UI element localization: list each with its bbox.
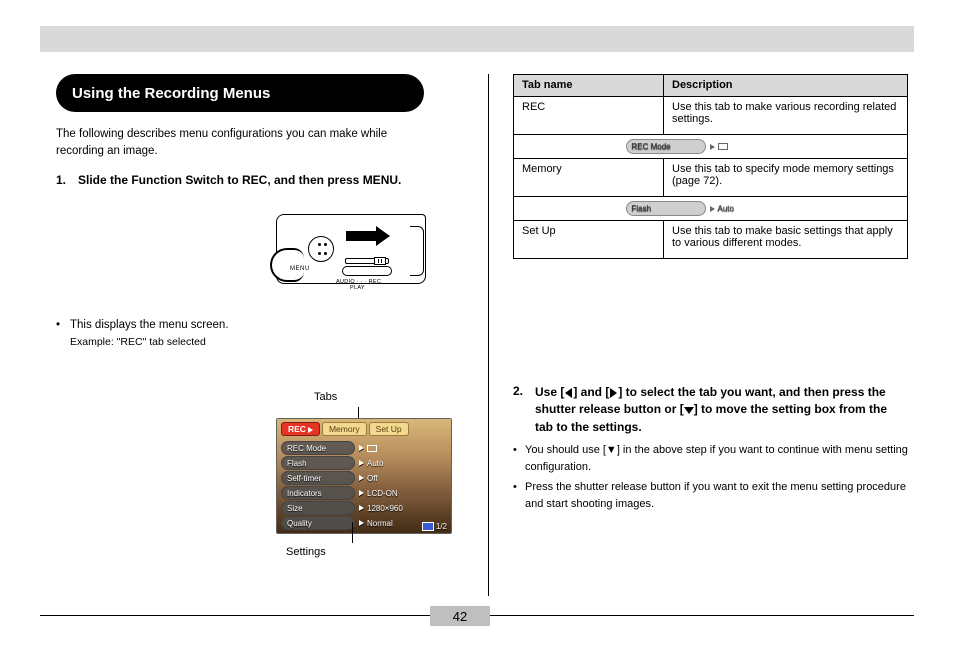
switch-labels: AUDIO · · · REC PLAY [336, 279, 381, 291]
callout-settings-line-icon [352, 522, 353, 543]
menu-row-label: Flash [281, 456, 355, 470]
speaker-icon [308, 236, 334, 262]
menu-row-label: Indicators [281, 486, 355, 500]
note-item: • You should use [▼] in the above step i… [513, 442, 908, 475]
step-1-note: • This displays the menu screen. Example… [56, 317, 424, 352]
table-cell-tab: REC [514, 97, 664, 135]
note-text: Press the shutter release button if you … [525, 479, 908, 512]
chevron-right-icon [359, 505, 364, 511]
lens-icon [270, 248, 304, 282]
table-row-example: Flash Auto [514, 197, 908, 221]
menu-rows: REC Mode Flash Auto Self-timer Off Indic… [281, 441, 449, 531]
menu-row-indicators[interactable]: Indicators LCD-ON [281, 486, 449, 500]
camera-diagram: MENU AUDIO · · · REC PLAY [276, 204, 456, 314]
menu-row-value: Auto [359, 456, 449, 470]
arrow-right-icon [346, 226, 390, 246]
bullet-icon: • [56, 317, 70, 352]
table-row: Memory Use this tab to specify mode memo… [514, 159, 908, 197]
chevron-right-icon [710, 206, 715, 212]
menu-row-size[interactable]: Size 1280×960 [281, 501, 449, 515]
menu-page-indicator: 1/2 [422, 522, 447, 531]
step-text: Use [] and [] to select the tab you want… [535, 384, 908, 436]
menu-tab-rec[interactable]: REC [281, 422, 320, 436]
content-columns: Using the Recording Menus The following … [56, 74, 914, 596]
bullet-text: This displays the menu screen. [70, 319, 229, 331]
example-label: Example: "REC" tab selected [70, 336, 206, 348]
tab-description-table: Tab name Description REC Use this tab to… [513, 74, 908, 259]
menu-row-recmode[interactable]: REC Mode [281, 441, 449, 455]
chevron-right-icon [359, 475, 364, 481]
chevron-right-icon [308, 427, 313, 433]
table-example-cell: Flash Auto [514, 197, 908, 221]
step-1: 1. Slide the Function Switch to REC, and… [56, 173, 424, 187]
menu-row-label: Size [281, 501, 355, 515]
step-text: Slide the Function Switch to REC, and th… [78, 173, 424, 187]
menu-row-label: Self-timer [281, 471, 355, 485]
callout-tabs-label: Tabs [314, 391, 337, 403]
table-header-tab: Tab name [514, 75, 664, 97]
menu-row-value: LCD-ON [359, 486, 449, 500]
right-column: Tab name Description REC Use this tab to… [513, 74, 914, 596]
menu-row-label: Quality [281, 516, 355, 530]
chevron-right-icon [359, 520, 364, 526]
example-row-label: REC Mode [626, 139, 706, 154]
table-row-example: REC Mode [514, 135, 908, 159]
chevron-right-icon [359, 460, 364, 466]
table-row: Set Up Use this tab to make basic settin… [514, 221, 908, 259]
bullet-icon: • [513, 479, 525, 512]
chevron-right-icon [710, 144, 715, 150]
menu-tabs: REC Memory Set Up [281, 422, 409, 436]
table-cell-tab: Memory [514, 159, 664, 197]
menu-row-value [359, 441, 449, 455]
down-key-icon [684, 407, 694, 414]
left-column: Using the Recording Menus The following … [56, 74, 476, 596]
single-shot-icon [367, 445, 377, 452]
menu-screenshot: REC Memory Set Up REC Mode Flash Auto [276, 418, 452, 534]
intro-text: The following describes menu configurati… [56, 126, 424, 161]
menu-row-label: REC Mode [281, 441, 355, 455]
table-example-cell: REC Mode [514, 135, 908, 159]
page-number: 42 [430, 606, 490, 626]
note-text: You should use [▼] in the above step if … [525, 442, 908, 475]
example-row-value [710, 139, 796, 154]
callout-settings-label: Settings [286, 546, 326, 558]
single-shot-icon [718, 143, 728, 150]
step-number: 2. [513, 384, 535, 436]
switch-track [342, 266, 392, 276]
page-box-icon [422, 522, 434, 531]
step-2: 2. Use [] and [] to select the tab you w… [513, 384, 908, 436]
menu-row-flash[interactable]: Flash Auto [281, 456, 449, 470]
table-row: REC Use this tab to make various recordi… [514, 97, 908, 135]
menu-row-value: Off [359, 471, 449, 485]
left-key-icon [565, 388, 572, 398]
menu-tab-setup[interactable]: Set Up [369, 422, 409, 436]
header-band [40, 26, 914, 52]
table-header-row: Tab name Description [514, 75, 908, 97]
table-cell-tab: Set Up [514, 221, 664, 259]
chevron-right-icon [359, 490, 364, 496]
table-cell-desc: Use this tab to make basic settings that… [664, 221, 908, 259]
table-cell-desc: Use this tab to make various recording r… [664, 97, 908, 135]
table-header-desc: Description [664, 75, 908, 97]
column-divider [488, 74, 489, 596]
example-row-label: Flash [626, 201, 706, 216]
table-cell-desc: Use this tab to specify mode memory sett… [664, 159, 908, 197]
right-key-icon [610, 388, 617, 398]
switch-knob [374, 257, 386, 265]
step-2-notes: • You should use [▼] in the above step i… [513, 438, 908, 512]
section-title: Using the Recording Menus [56, 74, 424, 112]
note-item: • Press the shutter release button if yo… [513, 479, 908, 512]
menu-button-label: MENU [290, 266, 310, 272]
step-number: 1. [56, 173, 78, 187]
menu-row-selftimer[interactable]: Self-timer Off [281, 471, 449, 485]
bullet-icon: • [513, 442, 525, 475]
menu-row-value: 1280×960 [359, 501, 449, 515]
manual-page: Using the Recording Menus The following … [0, 0, 954, 646]
example-row-value: Auto [710, 201, 796, 216]
camera-right-edge [410, 226, 424, 276]
chevron-right-icon [359, 445, 364, 451]
menu-tab-memory[interactable]: Memory [322, 422, 367, 436]
